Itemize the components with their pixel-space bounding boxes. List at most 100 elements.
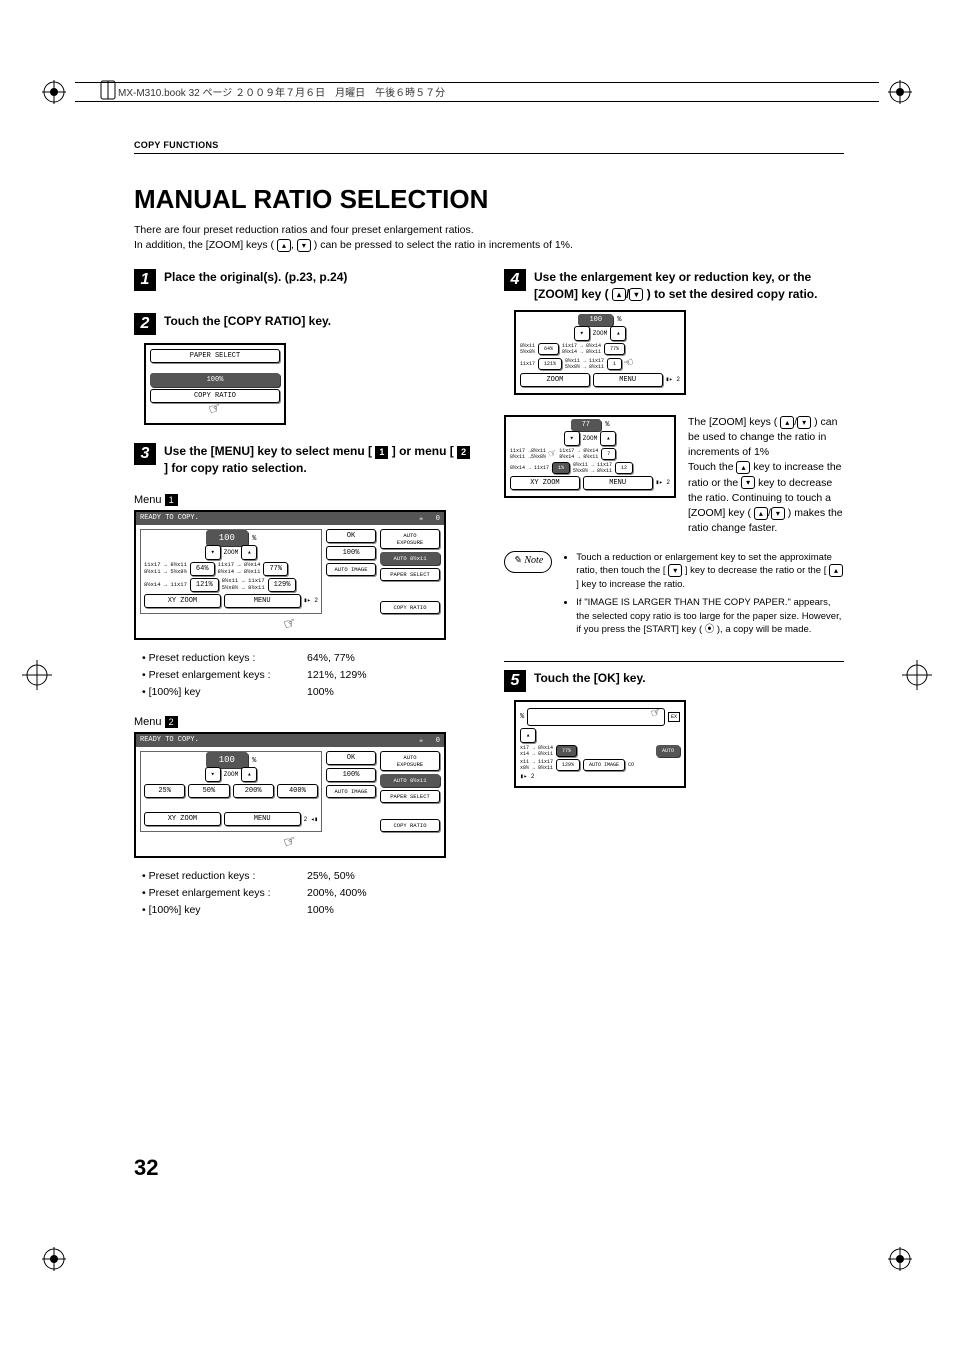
- zoom-down-icon: ▾: [629, 288, 643, 301]
- zoom-up-icon: ▴: [612, 288, 626, 301]
- preset-77[interactable]: 77%: [556, 745, 577, 757]
- bullet-label: • Preset reduction keys :: [142, 868, 307, 885]
- menu-page-indicator: 2: [304, 816, 308, 823]
- menu2-badge: 2: [165, 716, 178, 728]
- menu1-badge: 1: [165, 494, 178, 506]
- menu-button[interactable]: MENU: [593, 373, 663, 387]
- preset-label: 5½x8½ → 8½x11: [565, 364, 604, 370]
- step-5: 5 Touch the [OK] key.: [504, 670, 844, 692]
- zoom-up-icon: ▴: [754, 507, 768, 520]
- zoom-down-button[interactable]: ▾: [205, 545, 221, 560]
- preset-64[interactable]: 64%: [538, 343, 559, 355]
- preset-77[interactable]: 77%: [263, 562, 288, 576]
- zoom-down-button[interactable]: ▾: [205, 767, 221, 782]
- hundred-button[interactable]: 100%: [326, 768, 376, 782]
- intro-line2c: ) can be pressed to select the ratio in …: [314, 239, 573, 251]
- zoom-up-icon: ▴: [736, 461, 750, 474]
- menu2-bullets: • Preset reduction keys :25%, 50% • Pres…: [142, 868, 474, 918]
- bullet-value: 64%, 77%: [307, 650, 355, 667]
- preset-label: 8½x14 → 11x17: [510, 465, 549, 471]
- hand-pointer-icon: ☞: [649, 706, 662, 722]
- zoom-up-icon: ▴: [829, 564, 843, 577]
- auto-image-button[interactable]: AUTO IMAGE: [326, 563, 376, 576]
- auto-image-button[interactable]: AUTO IMAGE: [326, 785, 376, 798]
- preset-121[interactable]: 121%: [190, 578, 219, 592]
- zoom-up-button[interactable]: ▴: [610, 326, 626, 341]
- menu-page-indicator: 2: [666, 479, 670, 486]
- zoom-label: ZOOM: [593, 330, 607, 337]
- menu-badge-1: 1: [375, 446, 388, 458]
- note-block: ✎Note Touch a reduction or enlargement k…: [504, 551, 844, 642]
- ratio-display: 100: [206, 530, 248, 546]
- ui-panel-step4a: 100 % ▾ ZOOM ▴ 8½x115½x8½ 64% 11x17 → 8½…: [514, 310, 686, 395]
- paper-select-button[interactable]: PAPER SELECT: [380, 790, 440, 803]
- menu-word: Menu: [134, 494, 162, 506]
- zoom-down-icon: ▾: [297, 239, 311, 252]
- menu-button[interactable]: MENU: [224, 594, 301, 608]
- bullet-value: 100%: [307, 684, 334, 701]
- preset-50[interactable]: 50%: [188, 784, 229, 798]
- ok-button[interactable]: OK: [326, 529, 376, 543]
- xy-zoom-button[interactable]: XY ZOOM: [144, 594, 221, 608]
- zoom-up-button[interactable]: ▴: [520, 728, 536, 743]
- ui-panel-menu1: READY TO COPY. ☕ 0 100 % ▾ ZOOM: [134, 510, 446, 640]
- menu-button[interactable]: MENU: [583, 476, 653, 490]
- paper-select-button[interactable]: PAPER SELECT: [380, 568, 440, 581]
- step-1: 1 Place the original(s). (p.23, p.24): [134, 269, 474, 291]
- paper-select-button[interactable]: PAPER SELECT: [150, 349, 280, 363]
- preset-12[interactable]: 12: [615, 462, 633, 474]
- menu-word: Menu: [134, 716, 162, 728]
- menu-button[interactable]: MENU: [224, 812, 301, 826]
- percent-label: %: [605, 421, 609, 429]
- auto-paper-display: AUTO 8½x11: [380, 774, 440, 787]
- preset-25[interactable]: 25%: [144, 784, 185, 798]
- preset-7[interactable]: 7: [601, 448, 616, 460]
- copy-ratio-button[interactable]: COPY RATIO: [380, 819, 440, 832]
- zoom-up-button[interactable]: ▴: [241, 545, 257, 560]
- xy-zoom-button[interactable]: XY ZOOM: [510, 476, 580, 490]
- zoom-button[interactable]: ZOOM: [520, 373, 590, 387]
- zoom-down-button[interactable]: ▾: [574, 326, 590, 341]
- preset-64[interactable]: 64%: [190, 562, 215, 576]
- preset-129[interactable]: 129%: [556, 759, 580, 771]
- step-4: 4 Use the enlargement key or reduction k…: [504, 269, 844, 301]
- hand-pointer-icon: ☞: [282, 833, 298, 854]
- preset-400[interactable]: 400%: [277, 784, 318, 798]
- preset-77[interactable]: 77%: [604, 343, 625, 355]
- zoom-down-button[interactable]: ▾: [564, 431, 580, 446]
- auto-image-button[interactable]: AUTO IMAGE: [583, 759, 625, 771]
- preset-121[interactable]: 121%: [538, 358, 562, 370]
- note-label: Note: [524, 554, 543, 569]
- preset-label: 5½x8½: [520, 349, 535, 355]
- copy-ratio-button[interactable]: COPY RATIO: [380, 601, 440, 614]
- preset-200[interactable]: 200%: [233, 784, 274, 798]
- step4-text-c: ) to set the desired copy ratio.: [647, 287, 818, 301]
- preset-label: 5½x8½ → 8½x11: [222, 585, 265, 592]
- menu-page-indicator: 2: [531, 773, 535, 780]
- menu-badge-2: 2: [457, 446, 470, 458]
- bullet-label: • Preset enlargement keys :: [142, 667, 307, 684]
- bullet-label: • Preset reduction keys :: [142, 650, 307, 667]
- bullet-label: • [100%] key: [142, 902, 307, 919]
- registration-mark-icon: [42, 1247, 66, 1271]
- hand-pointer-icon: ☞: [207, 400, 223, 421]
- zoom-down-icon: ▾: [797, 416, 811, 429]
- preset-1[interactable]: 1: [607, 358, 622, 370]
- preset-label: 8½x14 → 8½x11: [562, 349, 601, 355]
- intro-comma: ,: [291, 239, 297, 251]
- status-text: READY TO COPY.: [140, 514, 199, 523]
- intro-line2a: In addition, the [ZOOM] keys (: [134, 239, 274, 251]
- xy-zoom-button[interactable]: XY ZOOM: [144, 812, 221, 826]
- preset-selected[interactable]: 1%: [552, 462, 570, 474]
- preset-129[interactable]: 129%: [268, 578, 297, 592]
- preset-label: 8½x11 →5½x8½: [510, 454, 546, 460]
- menu2-label: Menu 2: [134, 716, 474, 728]
- hundred-button[interactable]: 100%: [326, 546, 376, 560]
- zoom-up-button[interactable]: ▴: [241, 767, 257, 782]
- zoom-up-button[interactable]: ▴: [600, 431, 616, 446]
- auto-exposure-button[interactable]: AUTO EXPOSURE: [380, 751, 440, 771]
- preset-label: 8½x14 → 8½x11: [559, 454, 598, 460]
- ok-button[interactable]: OK: [326, 751, 376, 765]
- preset-label: 8½x14 → 11x17: [144, 581, 187, 588]
- auto-exposure-button[interactable]: AUTO EXPOSURE: [380, 529, 440, 549]
